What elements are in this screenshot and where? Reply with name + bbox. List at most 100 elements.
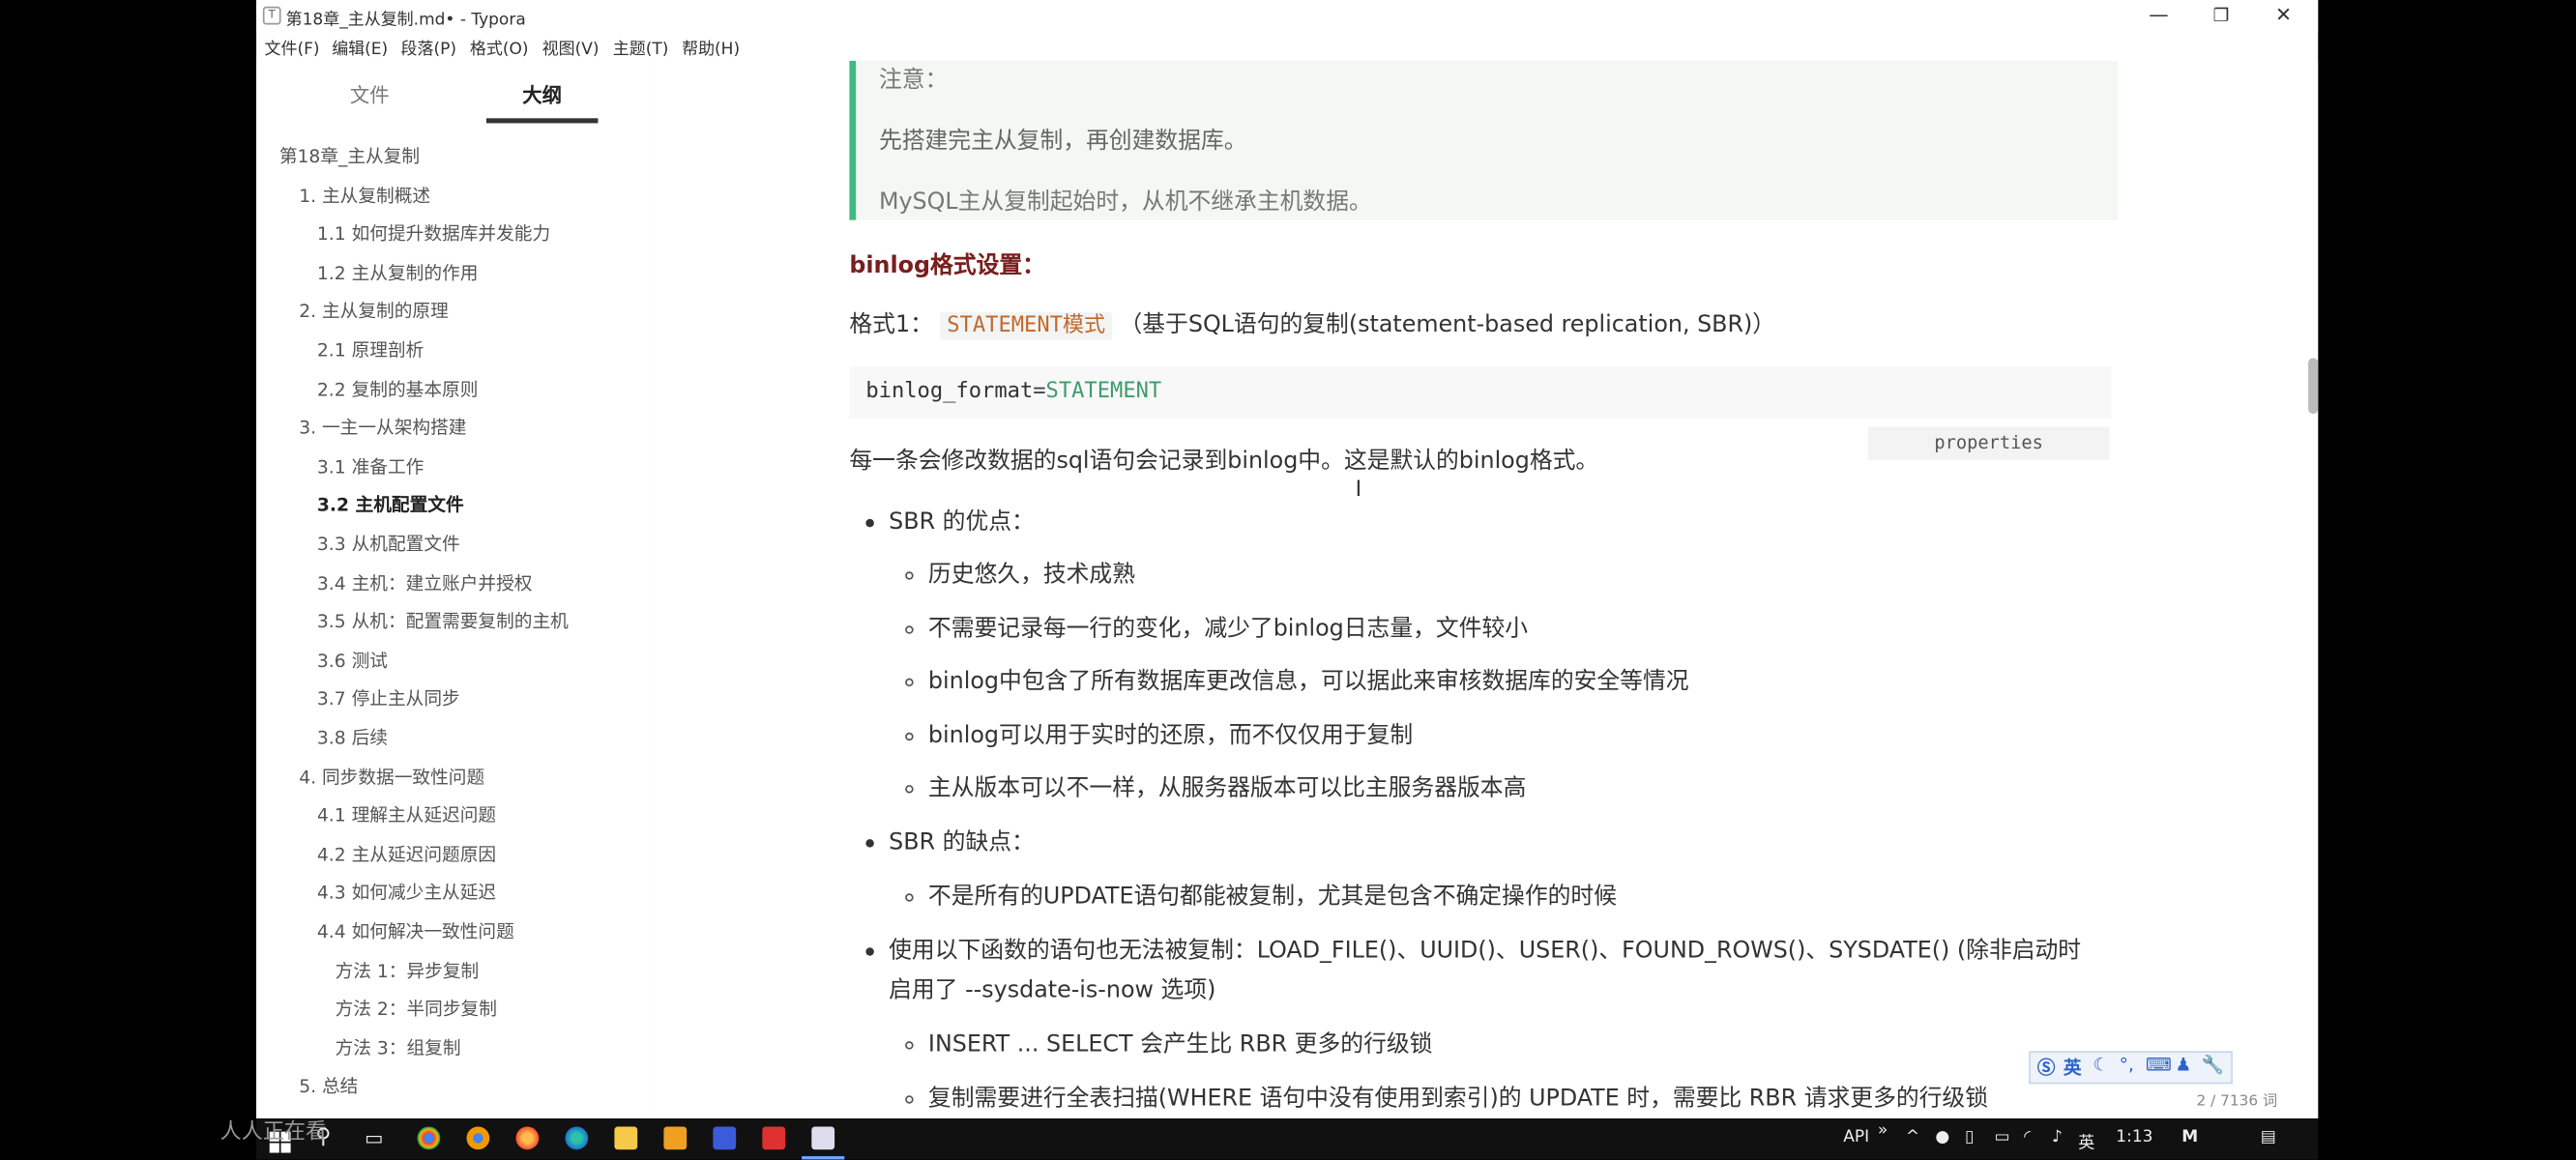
outline-item[interactable]: 方法 3：组复制 [336,1034,461,1060]
title-bar: T 第18章_主从复制.md• - Typora — ❐ ✕ [256,0,2319,32]
format1-line: 格式1： STATEMENT模式 （基于SQL语句的复制(statement-b… [849,307,1775,340]
minimize-button[interactable]: — [2127,0,2190,31]
outline-item[interactable]: 3.1 准备工作 [317,453,424,479]
menu-format[interactable]: 格式(O) [470,35,529,59]
outline-item[interactable]: 2.2 复制的基本原则 [317,375,479,401]
format1-description: （基于SQL语句的复制(statement-based replication,… [1119,311,1776,338]
volume-icon[interactable]: ♪ [2052,1128,2063,1146]
outline-item[interactable]: 方法 1：异步复制 [336,957,480,983]
format1-prefix: 格式1： [849,311,933,338]
maximize-button[interactable]: ❐ [2190,0,2253,31]
code-block[interactable]: binlog_format=STATEMENT [849,365,2112,420]
clock[interactable]: 1:13 [2116,1128,2152,1146]
file-explorer-icon[interactable] [614,1126,638,1150]
battery-icon[interactable]: ▭ [1995,1128,2010,1146]
editor-content[interactable]: 注意： 先搭建完主从复制，再创建数据库。 MySQL主从复制起始时，从机不继承主… [655,60,2319,1119]
tab-files[interactable]: 文件 [350,80,390,108]
con-item: 不是所有的UPDATE语句都能被复制，尤其是包含不确定操作的时候 [927,884,1618,911]
taskbar: ⚲ ▭ API » ^ ● ▯ ▭ ◜ ♪ 英 1:13 M ▤ [256,1118,2319,1160]
pro-item: 不需要记录每一行的变化，减少了binlog日志量，文件较小 [927,616,1529,643]
menu-theme[interactable]: 主题(T) [613,35,669,59]
outline-item[interactable]: 5. 总结 [299,1073,358,1099]
outline-item[interactable]: 3.6 测试 [317,647,388,673]
wrench-icon: 🔧 [2201,1054,2224,1076]
edge-icon[interactable] [565,1126,589,1150]
circle-bullet [905,1095,914,1104]
outline-item[interactable]: 2. 主从复制的原理 [299,298,449,324]
outline-item[interactable]: 4.3 如何减少主从延迟 [317,880,496,906]
outline-item[interactable]: 4.2 主从延迟问题原因 [317,841,496,867]
functions-line-2: 启用了 --sysdate-is-now 选项) [889,976,1216,1004]
chevron-up-icon[interactable]: ^ [1906,1128,1919,1146]
sbr-cons-title: SBR 的缺点： [889,828,1035,856]
blockquote-note: 注意： 先搭建完主从复制，再创建数据库。 MySQL主从复制起始时，从机不继承主… [849,60,2118,220]
menu-help[interactable]: 帮助(H) [682,35,740,59]
tray-ime-language[interactable]: 英 [2078,1128,2094,1153]
outline-item[interactable]: 4. 同步数据一致性问题 [299,763,484,789]
app-icon-red[interactable] [762,1126,786,1150]
outline-item[interactable]: 3.7 停止主从同步 [317,685,460,711]
outline-item[interactable]: 3.5 从机：配置需要复制的主机 [317,608,569,634]
notification-icon[interactable]: ▤ [2261,1128,2276,1146]
typora-taskbar-icon[interactable] [811,1126,835,1150]
menu-paragraph[interactable]: 段落(P) [401,35,456,59]
scrollbar-thumb[interactable] [2308,358,2319,415]
mail-app-icon[interactable]: M [2181,1128,2198,1146]
punctuation-icon: °, [2119,1054,2134,1076]
firefox-icon[interactable] [515,1126,540,1150]
section-heading: binlog格式设置： [849,252,1045,279]
active-tab-indicator [485,118,599,124]
typora-app-icon: T [262,6,281,25]
sbr-pros-title: SBR 的优点： [889,508,1035,536]
pro-item: 主从版本可以不一样，从服务器版本可以比主服务器版本高 [927,774,1527,802]
pro-item: 历史悠久，技术成熟 [927,562,1135,589]
circle-bullet [905,571,914,580]
outline-item[interactable]: 1.1 如何提升数据库并发能力 [317,220,550,246]
menu-edit[interactable]: 编辑(E) [332,35,388,59]
outline-item[interactable]: 3.3 从机配置文件 [317,531,460,557]
close-button[interactable]: ✕ [2252,0,2315,31]
code-key: binlog_format [865,379,1034,404]
outline-item[interactable]: 3. 一主一从架构搭建 [299,414,466,440]
menu-file[interactable]: 文件(F) [265,35,320,59]
microphone-icon[interactable]: ● [1935,1128,1949,1146]
paragraph-default-format: 每一条会修改数据的sql语句会记录到binlog中。这是默认的binlog格式。 [849,448,1599,476]
outline-item[interactable]: 4.4 如何解决一致性问题 [317,918,514,944]
usb-icon[interactable]: ▯ [1965,1128,1974,1146]
task-view-icon[interactable]: ▭ [365,1127,383,1150]
wifi-icon[interactable]: ◜ [2024,1128,2031,1146]
pro-item: binlog中包含了所有数据库更改信息，可以据此来审核数据库的安全等情况 [927,668,1689,695]
watermark-text: 人人正在看 [220,1119,328,1146]
word-count[interactable]: 2 / 7136 词 [2197,1088,2278,1111]
circle-bullet [905,625,914,634]
ime-toolbar[interactable]: Ⓢ 英 ☾ °, ⌨ ♟ 🔧 [2029,1051,2233,1085]
chrome-icon[interactable] [417,1126,441,1150]
note-line-1: 先搭建完主从复制，再创建数据库。 [878,128,1247,155]
text-cursor-icon: I [1355,478,1362,503]
active-app-indicator [802,1156,845,1160]
circle-bullet [905,678,914,687]
menu-view[interactable]: 视图(V) [542,35,600,59]
outline-item[interactable]: 2.1 原理剖析 [317,336,424,362]
circle-bullet [905,1041,914,1050]
outline-item[interactable]: 3.2 主机配置文件 [317,492,464,518]
sidebar: 文件 大纲 第18章_主从复制 1. 主从复制概述 1.1 如何提升数据库并发能力 1… [256,60,658,1119]
app-icon-orange[interactable] [663,1126,688,1150]
outline-item[interactable]: 1.2 主从复制的作用 [317,259,479,285]
outline-item[interactable]: 方法 2：半同步复制 [336,996,497,1022]
outline-item[interactable]: 第18章_主从复制 [279,143,420,169]
tab-outline[interactable]: 大纲 [522,80,562,108]
code-language-input[interactable]: properties [1867,426,2110,460]
outline-item[interactable]: 3.8 后续 [317,724,388,750]
outline-item[interactable]: 4.1 理解主从延迟问题 [317,801,496,827]
screen: T 第18章_主从复制.md• - Typora — ❐ ✕ 文件(F) 编辑(… [0,0,2576,1160]
sub-item: INSERT ... SELECT 会产生比 RBR 更多的行级锁 [927,1030,1433,1058]
format1-inline-code: STATEMENT模式 [940,311,1112,340]
chrome-canary-icon[interactable] [466,1126,490,1150]
tray-overflow-icon[interactable]: » [1878,1121,1888,1140]
outline-item[interactable]: 3.4 主机：建立账户并授权 [317,569,533,595]
tray-api[interactable]: API [1843,1128,1869,1146]
outline-item[interactable]: 1. 主从复制概述 [299,182,430,208]
powershell-icon[interactable] [713,1126,737,1150]
pro-item: binlog可以用于实时的还原，而不仅仅用于复制 [927,722,1414,749]
